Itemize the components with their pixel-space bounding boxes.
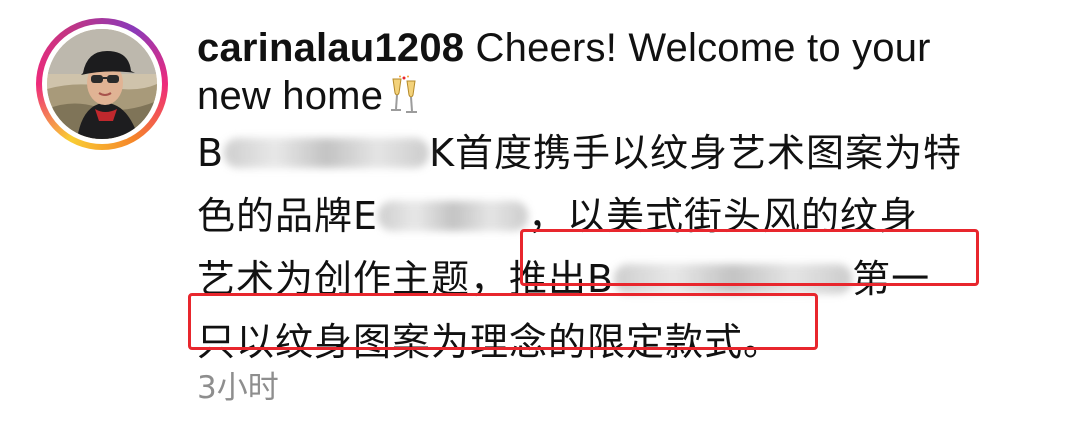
redacted-text (224, 138, 430, 168)
highlight-box-2 (188, 293, 818, 350)
highlight-box-1 (520, 229, 979, 286)
body-line-1-prefix: B (197, 131, 225, 175)
redacted-text (378, 201, 529, 231)
comment-item: carinalau1208 Cheers! Welcome to your ne… (0, 0, 1080, 427)
story-ring[interactable] (36, 18, 168, 150)
avatar-photo (47, 29, 157, 139)
caption-text-2: new home (197, 74, 384, 118)
body-line-1-suffix: K首度携手以纹身艺术图案为特 (429, 131, 962, 175)
avatar[interactable] (47, 29, 157, 139)
username-link[interactable]: carinalau1208 (197, 26, 464, 70)
timestamp[interactable]: 3小时 (197, 362, 279, 407)
caption-text: Cheers! Welcome to your (464, 26, 931, 70)
caption-line-2: new home (197, 72, 1017, 120)
body-line-2-prefix: 色的品牌E (197, 194, 379, 238)
body-line-1: B K首度携手以纹身艺术图案为特 (197, 122, 1017, 185)
clinking-glasses-icon (387, 75, 421, 126)
caption-line-1: carinalau1208 Cheers! Welcome to your (197, 24, 1017, 72)
